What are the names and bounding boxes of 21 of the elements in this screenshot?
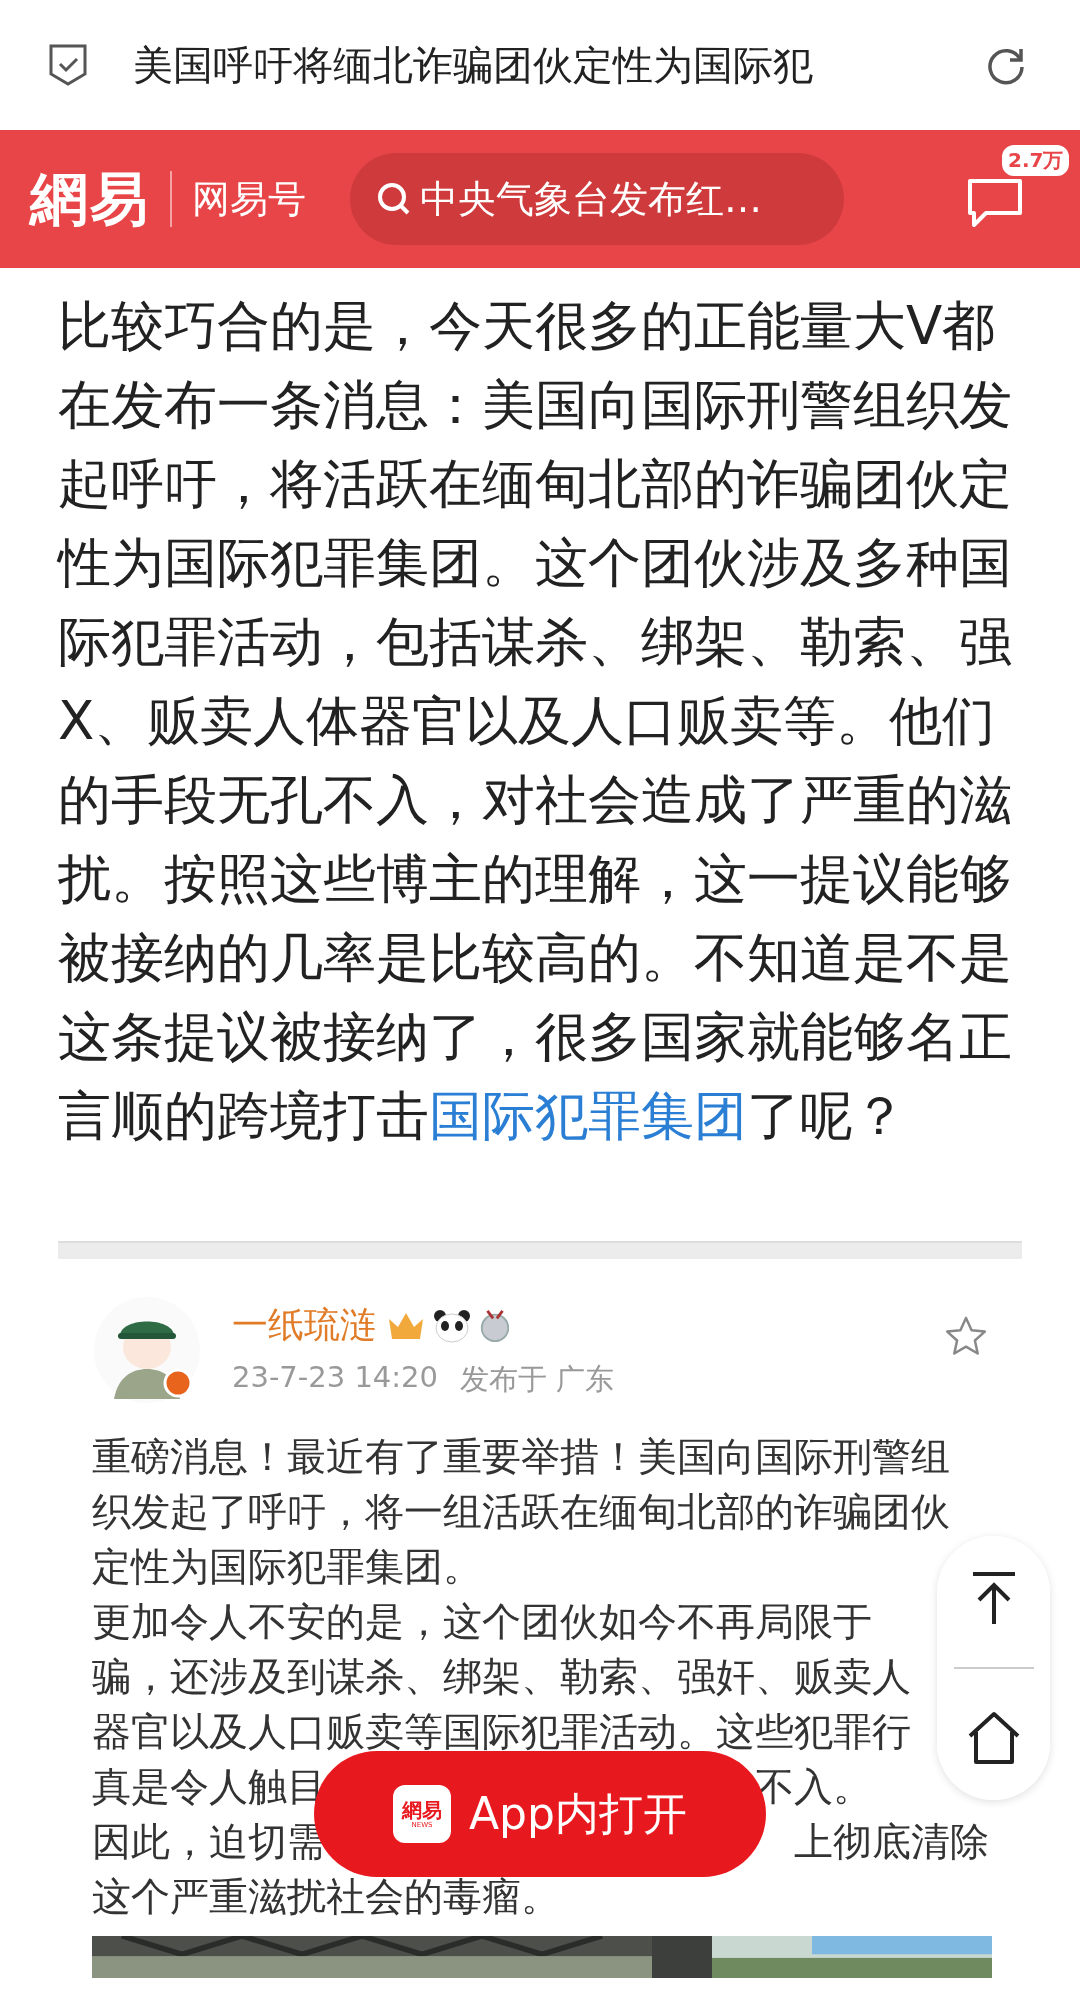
channel-label[interactable]: 网易号 [192,173,306,225]
medal-icon [478,1308,512,1343]
comment-count-badge: 2.7万 [1000,143,1072,178]
shield-check-icon[interactable] [48,43,88,87]
post-text-line: 更加令人不安的是，这个团伙如今不再局限于 [92,1598,872,1646]
post-text-line: 上彻底清除 [794,1818,989,1866]
article-link[interactable]: 国际犯罪集团 [429,1085,747,1146]
logo[interactable]: 網易 [30,171,172,227]
panda-icon [432,1308,472,1343]
article-paragraph: 比较巧合的是，今天很多的正能量大V都在发布一条消息：美国向国际刑警组织发起呼吁，将活跃在缅甸北部的诈骗团伙定性为国际犯罪集团。这个团伙涉及多种国际犯罪活动，包括谋杀、绑架、勒索、强X、贩卖人体器官以及人口贩卖等。他们的手段无孔不入，对社会造成了严重的滋扰。按照这些博主的理解，这一提议能够被接纳的几率是比较高的。不知道是不是这条提议被接纳了，很多国家就能够名正言顺的跨境打击国际犯罪集团了呢？ [58,294,1013,1148]
search-field[interactable]: 中央气象台发布红… [350,153,844,245]
search-icon [376,181,412,217]
post-text-line: 骗，还涉及到谋杀、绑架、勒索、强奸、贩卖人 [92,1653,911,1701]
post-text-line: 织发起了呼吁，将一组活跃在缅甸北部的诈骗团伙 [92,1488,950,1536]
post-text-line: 定性为国际犯罪集团。 [92,1543,482,1591]
page-title: 美国呼吁将缅北诈骗团伙定性为国际犯 [133,40,814,90]
post-date: 23-7-23 14:20 [232,1360,438,1396]
search-value: 中央气象台发布红… [420,175,762,223]
post-location: 发布于 广东 [460,1361,615,1398]
author-name[interactable]: 一纸琉涟 [232,1301,376,1350]
post-text-line: 重磅消息！最近有了重要举措！美国向国际刑警组 [92,1433,950,1481]
